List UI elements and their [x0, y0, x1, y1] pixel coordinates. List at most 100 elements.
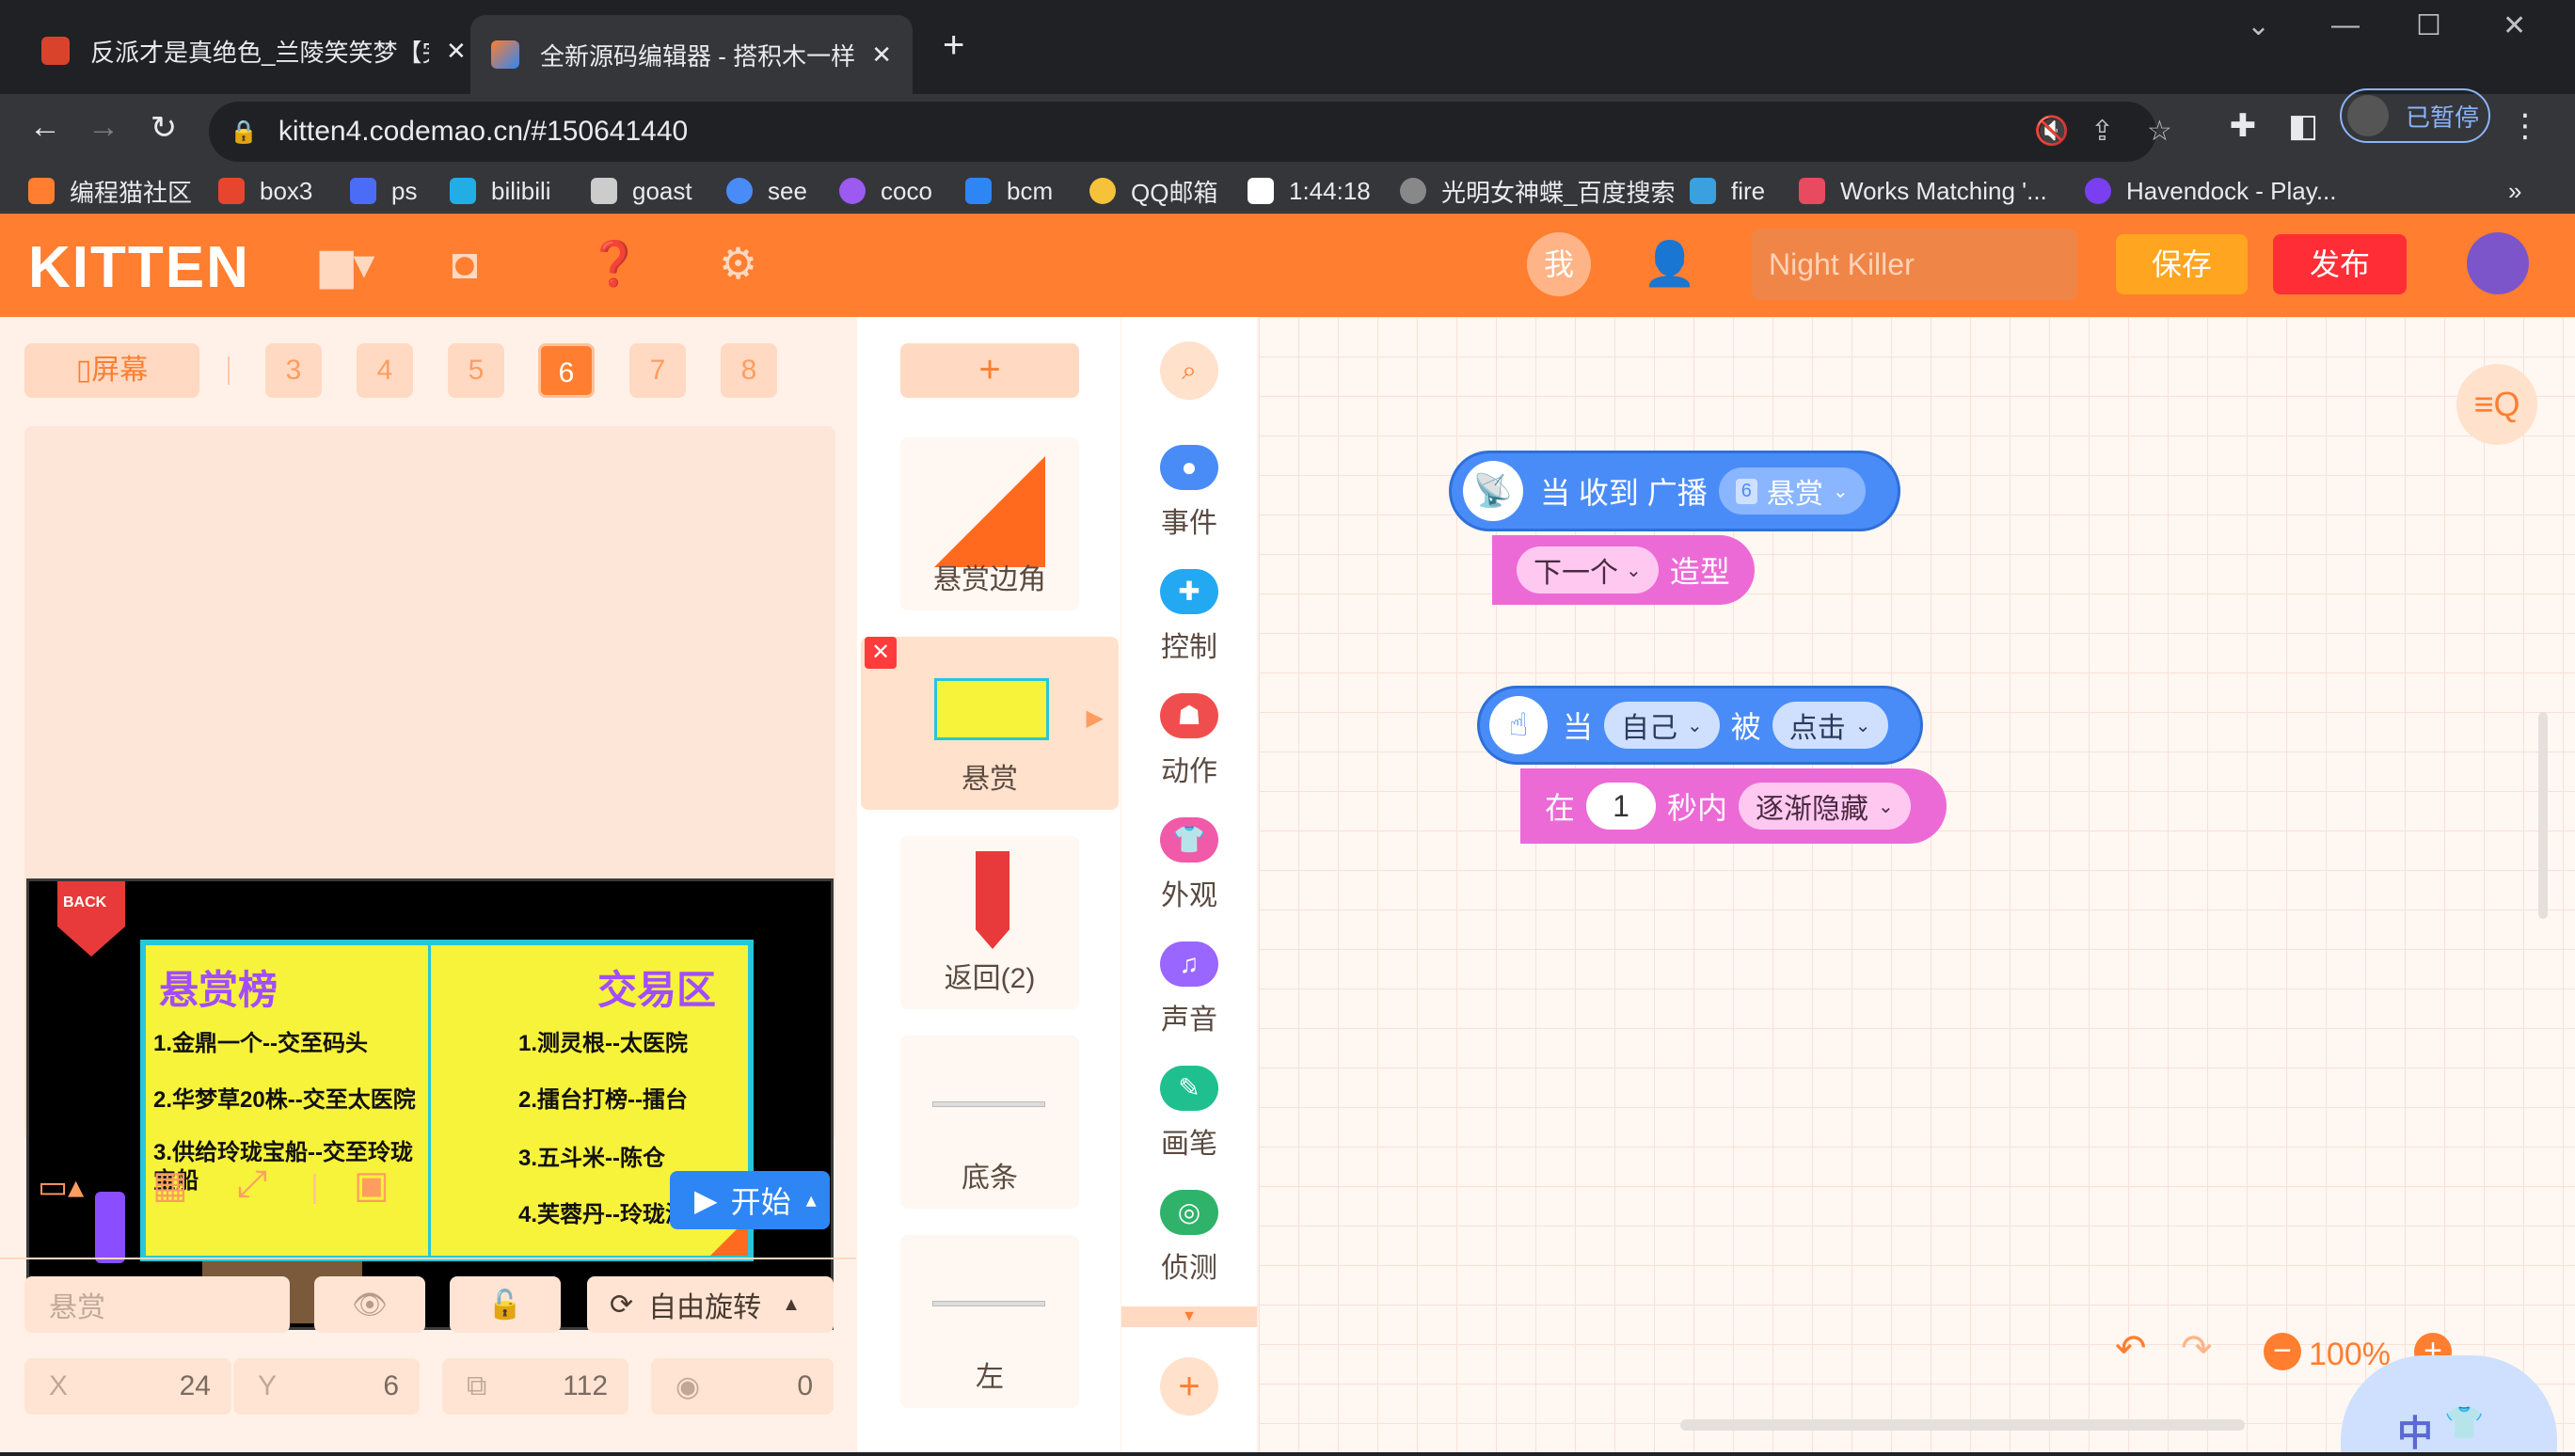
me-avatar[interactable]: 我	[1527, 232, 1591, 296]
lock-toggle-icon[interactable]: 🔓	[450, 1276, 561, 1333]
visibility-eye-icon[interactable]: 👁	[314, 1276, 425, 1333]
page-button[interactable]: 8	[721, 343, 777, 398]
bookmark-item[interactable]: 1:44:18	[1248, 169, 1371, 213]
reload-icon[interactable]: ↻	[141, 109, 186, 147]
share-icon[interactable]: ⇪	[2090, 115, 2114, 148]
block-search-icon[interactable]: ≡Q	[2456, 364, 2537, 445]
page-button-active[interactable]: 6	[538, 343, 595, 398]
fullscreen-icon[interactable]: ⤢	[237, 1163, 267, 1206]
bookmark-item[interactable]: box3	[218, 169, 312, 213]
sprite-item-selected[interactable]: ✕ ▶ 悬赏	[861, 637, 1119, 810]
bookmark-item[interactable]: bcm	[965, 169, 1053, 213]
help-icon[interactable]: ❓	[587, 238, 641, 290]
folder-menu-icon[interactable]: ▆▾	[320, 238, 374, 289]
y-position-field[interactable]: Y6	[233, 1358, 420, 1415]
user-avatar[interactable]	[2467, 232, 2529, 294]
start-dropdown-icon[interactable]: ▴	[806, 1188, 817, 1212]
event-select[interactable]: 点击 ⌄	[1772, 702, 1888, 749]
backpack-icon[interactable]: ◘	[452, 238, 478, 289]
tab-novel[interactable]: 反派才是真绝色_兰陵笑笑梦【完 ✕	[21, 19, 487, 83]
screen-button[interactable]: ▯屏幕	[24, 343, 199, 398]
menu-kebab-icon[interactable]: ⋮	[2503, 107, 2548, 145]
sprite-name-field[interactable]: 悬赏	[24, 1276, 290, 1333]
costume-select[interactable]: 下一个 ⌄	[1517, 546, 1659, 593]
sprite-item[interactable]: 悬赏边角	[900, 437, 1079, 610]
bookmark-item[interactable]: Works Matching '...	[1799, 169, 2047, 213]
profile-button[interactable]: 已暂停	[2340, 88, 2490, 143]
side-panel-icon[interactable]: ◧	[2281, 107, 2326, 145]
add-sprite-button[interactable]: +	[900, 343, 1079, 398]
bookmark-item[interactable]: coco	[839, 169, 932, 213]
tab-kitten-editor[interactable]: 全新源码编辑器 - 搭积木一样有趣 ✕	[470, 15, 913, 94]
rotation-mode-select[interactable]: ⟳ 自由旋转 ▲	[587, 1276, 834, 1333]
redo-icon[interactable]: ↷	[2181, 1327, 2213, 1370]
category-looks[interactable]: 👕 外观	[1121, 817, 1257, 913]
delete-sprite-icon[interactable]: ✕	[865, 637, 897, 669]
target-select[interactable]: 自己 ⌄	[1604, 702, 1720, 749]
horizontal-scrollbar[interactable]	[1680, 1419, 2245, 1431]
close-window-icon[interactable]: ✕	[2503, 9, 2526, 42]
screen-size-icon[interactable]: ▭▴	[38, 1168, 84, 1206]
url-text[interactable]: kitten4.codemao.cn/#150641440	[278, 116, 688, 148]
expand-arrow-icon[interactable]: ▶	[1087, 704, 1104, 732]
search-blocks[interactable]: ⌕	[1121, 341, 1257, 400]
forward-arrow-icon[interactable]: →	[81, 109, 126, 146]
effect-select[interactable]: 逐渐隐藏 ⌄	[1739, 783, 1911, 830]
sprite-item[interactable]: 底条	[900, 1036, 1079, 1209]
category-sound[interactable]: ♫ 声音	[1121, 942, 1257, 1037]
category-pen[interactable]: ✎ 画笔	[1121, 1066, 1257, 1162]
save-button[interactable]: 保存	[2116, 234, 2248, 294]
page-button[interactable]: 5	[448, 343, 504, 398]
category-control[interactable]: ✚ 控制	[1121, 569, 1257, 665]
grid-icon[interactable]: ▦	[152, 1163, 188, 1207]
size-field[interactable]: ⧉ 112	[442, 1358, 628, 1415]
scroll-down-chevron-icon[interactable]: ▼	[1121, 1306, 1257, 1327]
fade-out-block[interactable]: 在 1 秒内 逐渐隐藏 ⌄	[1520, 768, 1947, 844]
publish-button[interactable]: 发布	[2273, 234, 2407, 294]
back-arrow-icon[interactable]: ←	[23, 109, 68, 146]
bookmark-item[interactable]: goast	[591, 169, 692, 213]
back-flag-sprite[interactable]: BACK	[57, 881, 125, 957]
work-name-input[interactable]	[1752, 229, 2077, 300]
bookmark-item[interactable]: QQ邮箱	[1089, 169, 1217, 213]
bookmark-item[interactable]: bilibili	[450, 169, 551, 213]
muted-site-icon[interactable]: 🔇	[2034, 115, 2069, 148]
sprite-item[interactable]: 左	[900, 1235, 1079, 1408]
add-collaborator-icon[interactable]: 👤	[1643, 238, 1696, 290]
page-button[interactable]: 7	[629, 343, 686, 398]
bookmarks-overflow-icon[interactable]: »	[2508, 169, 2521, 213]
bookmark-item[interactable]: 光明女神蝶_百度搜索	[1400, 169, 1675, 213]
extensions-puzzle-icon[interactable]: ✚	[2220, 107, 2265, 145]
page-button[interactable]: 4	[357, 343, 413, 398]
category-events[interactable]: ● 事件	[1121, 445, 1257, 541]
x-position-field[interactable]: X 24	[24, 1358, 231, 1415]
add-extension[interactable]: +	[1121, 1357, 1257, 1416]
start-button[interactable]: ▶ 开始 ▴	[670, 1171, 830, 1229]
stage-canvas[interactable]: BACK 悬赏榜 交易区 1.金鼎一个--交至码头 2.华梦草20株--交至太医…	[26, 878, 834, 1330]
bookmark-item[interactable]: see	[726, 169, 807, 213]
broadcast-hat-block[interactable]: 📡 当 收到 广播 6 悬赏 ⌄	[1449, 451, 1900, 531]
category-sensing[interactable]: ◎ 侦测	[1121, 1190, 1257, 1286]
maximize-icon[interactable]: ☐	[2416, 9, 2441, 42]
sprite-item[interactable]: 返回(2)	[900, 836, 1079, 1009]
bookmark-star-icon[interactable]: ☆	[2147, 115, 2172, 148]
close-tab-icon[interactable]: ✕	[871, 40, 892, 70]
bookmark-item[interactable]: ps	[350, 169, 417, 213]
bookmark-item[interactable]: Havendock - Play...	[2085, 169, 2337, 213]
vertical-scrollbar[interactable]	[2538, 712, 2548, 919]
minimize-icon[interactable]: —	[2331, 9, 2360, 41]
click-hat-block[interactable]: ☝ 当 自己 ⌄ 被 点击 ⌄	[1477, 686, 1923, 765]
code-workspace[interactable]: ≡Q 📡 当 收到 广播 6 悬赏 ⌄ 下一个 ⌄ 造型 ☝ 当 自己 ⌄ 被 …	[1259, 317, 2575, 1454]
broadcast-select[interactable]: 6 悬赏 ⌄	[1718, 467, 1866, 514]
next-costume-block[interactable]: 下一个 ⌄ 造型	[1492, 535, 1755, 605]
undo-icon[interactable]: ↶	[2115, 1327, 2147, 1370]
bookmark-item[interactable]: fire	[1690, 169, 1765, 213]
tab-search-chevron-icon[interactable]: ⌄	[2247, 9, 2270, 42]
record-video-icon[interactable]: ▣	[354, 1163, 389, 1207]
bookmark-item[interactable]: 编程猫社区	[28, 169, 192, 213]
zoom-out-icon[interactable]: −	[2264, 1333, 2301, 1370]
settings-gear-icon[interactable]: ⚙	[719, 238, 757, 289]
bounty-board-sprite[interactable]: 悬赏榜 交易区 1.金鼎一个--交至码头 2.华梦草20株--交至太医院 3.供…	[140, 940, 754, 1261]
seconds-input[interactable]: 1	[1586, 783, 1657, 830]
close-tab-icon[interactable]: ✕	[446, 37, 467, 66]
